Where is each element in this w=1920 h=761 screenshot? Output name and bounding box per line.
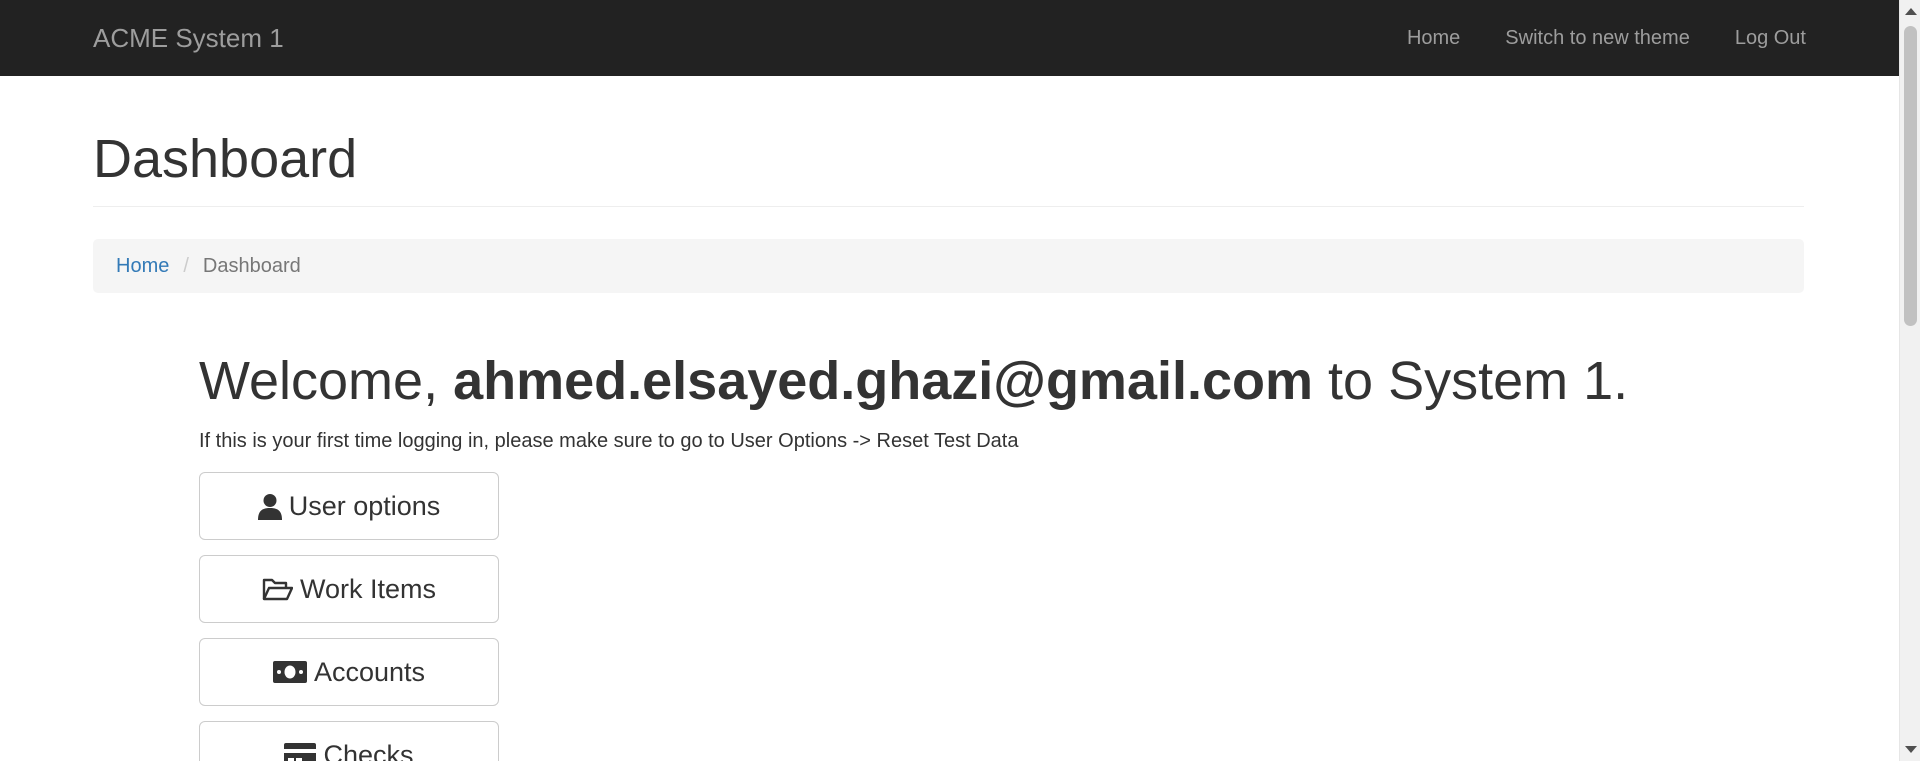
welcome-suffix: to System 1. [1313,351,1629,411]
brand-link[interactable]: ACME System 1 [93,0,284,76]
page-title: Dashboard [93,129,358,189]
accounts-button[interactable]: Accounts [199,638,499,706]
checks-label: Checks [323,739,414,761]
page-header: Dashboard [93,129,1804,208]
scroll-thumb[interactable] [1904,26,1917,326]
user-options-label: User options [288,490,441,521]
folder-open-icon [262,577,293,601]
scroll-up-arrow-icon[interactable] [1905,8,1917,15]
viewport: ACME System 1 Home Switch to new theme L… [0,0,1920,761]
breadcrumb-home-link[interactable]: Home [116,255,169,278]
nav-logout-link[interactable]: Log Out [1735,0,1806,76]
nav-links: Home Switch to new theme Log Out [1362,0,1806,76]
page-scrollbar[interactable] [1899,0,1920,761]
breadcrumb: Home / Dashboard [93,239,1804,293]
breadcrumb-current: Dashboard [202,254,301,277]
user-email: ahmed.elsayed.ghazi@gmail.com [453,351,1314,411]
welcome-heading: Welcome, ahmed.elsayed.ghazi@gmail.com t… [199,350,1628,412]
user-options-button[interactable]: User options [199,472,499,540]
user-icon [257,493,282,520]
top-navbar: ACME System 1 Home Switch to new theme L… [0,0,1899,76]
work-items-button[interactable]: Work Items [199,555,499,623]
scroll-down-arrow-icon[interactable] [1905,746,1917,753]
first-login-hint: If this is your first time logging in, p… [199,430,1019,452]
nav-switch-theme-link[interactable]: Switch to new theme [1505,0,1690,76]
checks-button[interactable]: Checks [199,721,499,761]
money-icon [272,661,307,683]
nav-home-link[interactable]: Home [1407,0,1460,76]
breadcrumb-separator: / [183,254,189,277]
credit-card-icon [284,743,317,761]
welcome-prefix: Welcome, [199,351,454,411]
work-items-label: Work Items [299,573,436,604]
accounts-label: Accounts [313,656,426,687]
